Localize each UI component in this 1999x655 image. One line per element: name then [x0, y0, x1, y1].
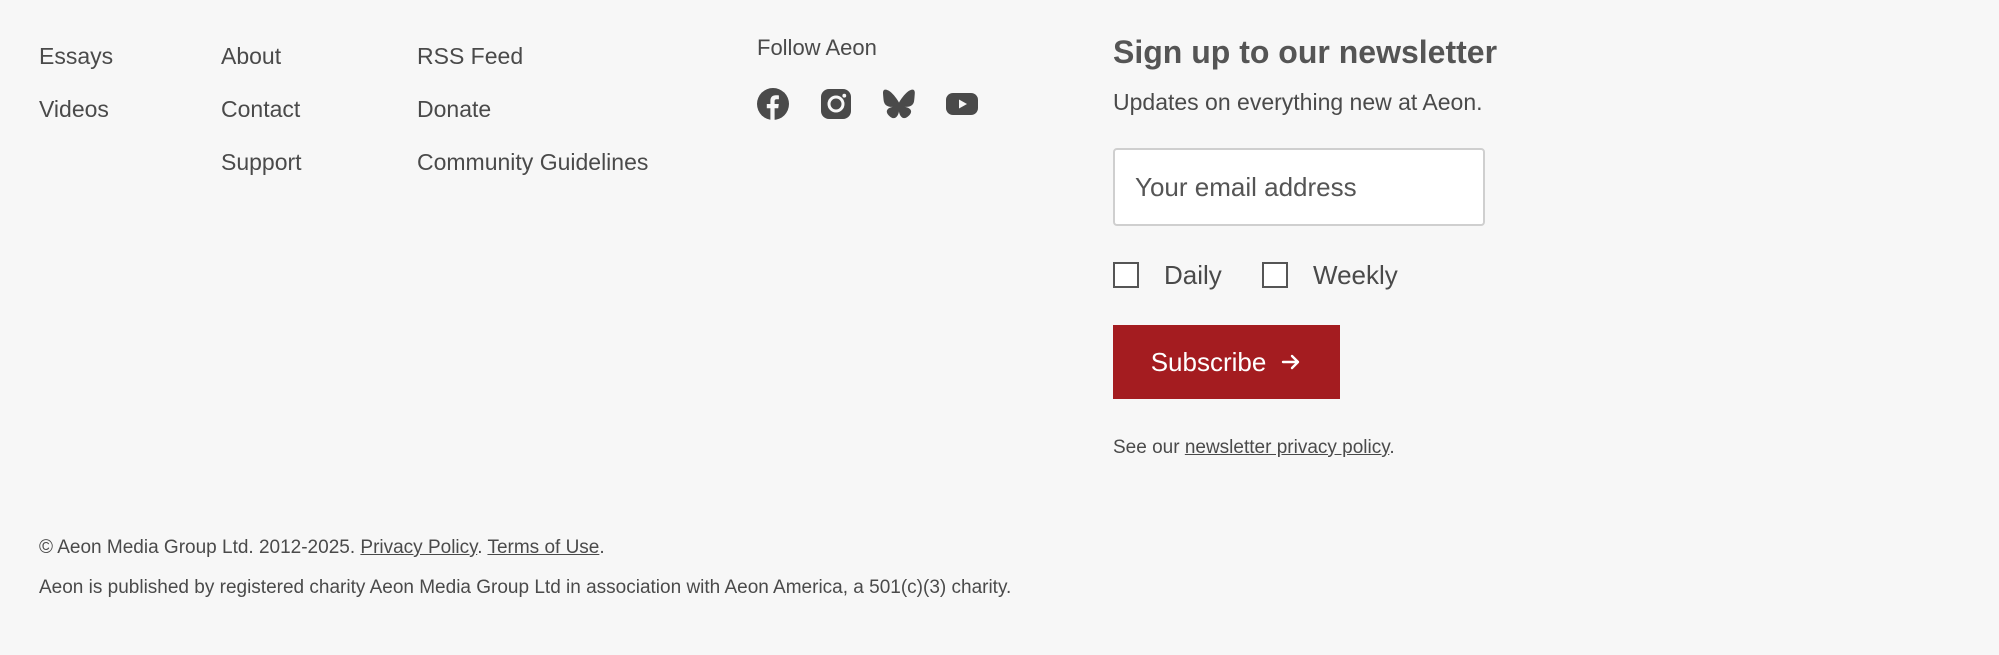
newsletter-privacy-note: See our newsletter privacy policy. — [1113, 434, 1395, 462]
copyright-text: © Aeon Media Group Ltd. 2012-2025. — [39, 537, 361, 558]
terms-of-use-link[interactable]: Terms of Use — [487, 537, 599, 558]
option-daily[interactable]: Daily — [1113, 258, 1222, 292]
nav-link-essays[interactable]: Essays — [39, 40, 113, 72]
copyright-line: © Aeon Media Group Ltd. 2012-2025. Priva… — [39, 534, 605, 562]
newsletter-title: Sign up to our newsletter — [1113, 34, 1498, 70]
nav-column-about: About Contact Support — [221, 40, 302, 199]
email-input[interactable] — [1113, 148, 1485, 226]
follow-section: Follow Aeon — [757, 32, 877, 64]
terms-suffix: . — [599, 537, 605, 558]
subscribe-label: Subscribe — [1150, 346, 1267, 377]
nav-link-contact[interactable]: Contact — [221, 93, 302, 125]
charity-notice: Aeon is published by registered charity … — [39, 577, 1012, 598]
arrow-right-icon — [1280, 351, 1302, 373]
facebook-icon[interactable] — [757, 88, 789, 120]
option-weekly[interactable]: Weekly — [1262, 258, 1398, 292]
social-links — [757, 88, 1009, 120]
daily-checkbox[interactable] — [1113, 262, 1139, 288]
nav-link-donate[interactable]: Donate — [417, 93, 648, 125]
weekly-label: Weekly — [1313, 259, 1398, 290]
follow-title: Follow Aeon — [757, 35, 877, 60]
nav-link-rss-feed[interactable]: RSS Feed — [417, 40, 648, 72]
youtube-icon[interactable] — [946, 88, 978, 120]
privacy-prefix: See our — [1113, 437, 1185, 458]
bluesky-icon[interactable] — [883, 88, 915, 120]
newsletter-privacy-link[interactable]: newsletter privacy policy — [1185, 437, 1390, 458]
nav-link-support[interactable]: Support — [221, 146, 302, 178]
nav-link-about[interactable]: About — [221, 40, 302, 72]
separator-text: . — [477, 537, 488, 558]
nav-link-videos[interactable]: Videos — [39, 93, 113, 125]
weekly-checkbox[interactable] — [1262, 262, 1288, 288]
privacy-policy-link[interactable]: Privacy Policy — [360, 537, 477, 558]
subscribe-button[interactable]: Subscribe — [1113, 325, 1340, 399]
nav-column-misc: RSS Feed Donate Community Guidelines — [417, 40, 648, 199]
instagram-icon[interactable] — [820, 88, 852, 120]
newsletter-subtitle: Updates on everything new at Aeon. — [1113, 89, 1483, 115]
newsletter-section: Sign up to our newsletter Updates on eve… — [1113, 32, 1593, 118]
privacy-suffix: . — [1389, 437, 1395, 458]
nav-column-content: Essays Videos — [39, 40, 113, 146]
daily-label: Daily — [1164, 259, 1222, 290]
nav-link-community-guidelines[interactable]: Community Guidelines — [417, 146, 648, 178]
